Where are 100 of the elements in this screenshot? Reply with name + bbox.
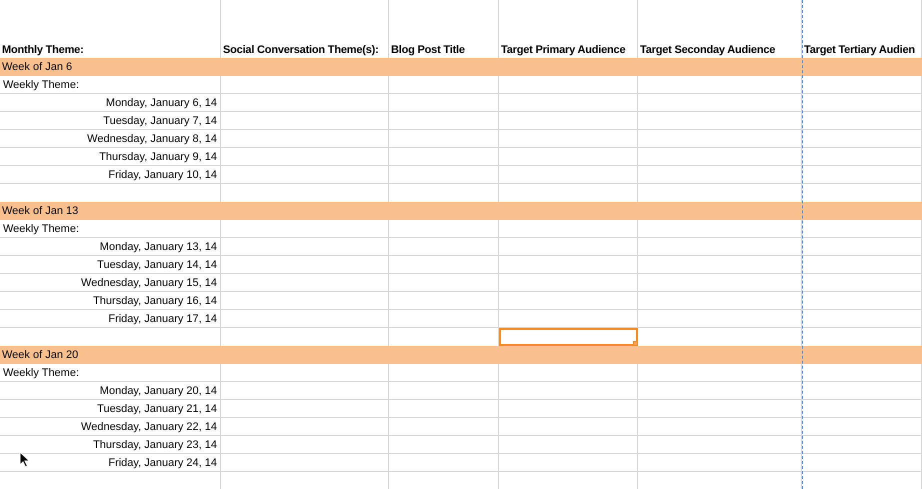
table-cell[interactable] <box>802 400 922 418</box>
table-cell[interactable] <box>802 382 922 400</box>
date-cell: Friday, January 17, 14 <box>108 312 217 324</box>
table-cell[interactable] <box>802 274 922 292</box>
table-cell[interactable] <box>638 292 802 310</box>
table-cell[interactable] <box>802 166 922 184</box>
table-cell[interactable] <box>389 454 499 472</box>
table-cell[interactable] <box>638 220 802 238</box>
table-cell[interactable] <box>389 256 499 274</box>
table-cell[interactable] <box>389 436 499 454</box>
table-cell[interactable] <box>499 76 638 94</box>
table-cell[interactable] <box>389 310 499 328</box>
table-cell[interactable] <box>499 130 638 148</box>
table-cell[interactable] <box>499 400 638 418</box>
table-cell[interactable] <box>802 238 922 256</box>
table-cell[interactable] <box>638 130 802 148</box>
table-cell[interactable] <box>638 274 802 292</box>
table-cell[interactable] <box>221 76 389 94</box>
table-cell[interactable] <box>638 364 802 382</box>
table-cell[interactable] <box>499 148 638 166</box>
table-cell[interactable] <box>221 364 389 382</box>
table-cell[interactable] <box>499 256 638 274</box>
table-cell[interactable] <box>638 382 802 400</box>
table-cell[interactable] <box>638 256 802 274</box>
table-cell[interactable] <box>499 112 638 130</box>
table-cell[interactable] <box>638 166 802 184</box>
table-cell[interactable] <box>802 220 922 238</box>
table-cell[interactable] <box>499 238 638 256</box>
table-cell[interactable] <box>389 418 499 436</box>
table-cell[interactable] <box>802 310 922 328</box>
table-cell[interactable] <box>499 310 638 328</box>
table-cell[interactable] <box>221 418 389 436</box>
table-cell[interactable] <box>389 382 499 400</box>
table-cell[interactable] <box>389 148 499 166</box>
table-cell[interactable] <box>802 454 922 472</box>
weekly-theme-label: Weekly Theme: <box>3 366 80 378</box>
table-cell[interactable] <box>389 292 499 310</box>
table-cell[interactable] <box>221 130 389 148</box>
table-cell[interactable] <box>499 418 638 436</box>
table-cell[interactable] <box>221 310 389 328</box>
date-cell: Thursday, January 9, 14 <box>99 150 217 162</box>
table-cell[interactable] <box>638 454 802 472</box>
table-cell[interactable] <box>389 364 499 382</box>
table-cell[interactable] <box>221 400 389 418</box>
table-cell[interactable] <box>221 436 389 454</box>
table-cell[interactable] <box>638 310 802 328</box>
date-cell: Wednesday, January 8, 14 <box>87 132 217 144</box>
table-cell[interactable] <box>802 94 922 112</box>
table-cell[interactable] <box>221 220 389 238</box>
table-cell[interactable] <box>389 112 499 130</box>
table-cell[interactable] <box>802 148 922 166</box>
table-cell[interactable] <box>389 166 499 184</box>
column-header: Social Conversation Theme(s): <box>223 44 379 56</box>
table-cell[interactable] <box>499 166 638 184</box>
table-cell[interactable] <box>638 148 802 166</box>
table-cell[interactable] <box>221 166 389 184</box>
column-header: Target Primary Audience <box>501 44 626 56</box>
table-cell[interactable] <box>499 292 638 310</box>
table-cell[interactable] <box>499 454 638 472</box>
table-cell[interactable] <box>221 94 389 112</box>
table-cell[interactable] <box>638 418 802 436</box>
table-cell[interactable] <box>499 274 638 292</box>
table-cell[interactable] <box>221 382 389 400</box>
table-cell[interactable] <box>499 382 638 400</box>
table-cell[interactable] <box>499 220 638 238</box>
table-cell[interactable] <box>802 364 922 382</box>
table-cell[interactable] <box>389 400 499 418</box>
table-cell[interactable] <box>389 94 499 112</box>
table-cell[interactable] <box>389 76 499 94</box>
table-cell[interactable] <box>221 274 389 292</box>
table-cell[interactable] <box>802 76 922 94</box>
table-cell[interactable] <box>638 436 802 454</box>
table-cell[interactable] <box>802 418 922 436</box>
table-cell[interactable] <box>499 364 638 382</box>
table-cell[interactable] <box>638 112 802 130</box>
column-header: Target Tertiary Audien <box>804 44 915 56</box>
table-cell[interactable] <box>802 436 922 454</box>
table-cell[interactable] <box>638 76 802 94</box>
table-cell[interactable] <box>389 274 499 292</box>
table-cell[interactable] <box>499 436 638 454</box>
weekly-theme-label: Weekly Theme: <box>3 222 80 234</box>
table-cell[interactable] <box>389 238 499 256</box>
table-cell[interactable] <box>638 94 802 112</box>
table-cell[interactable] <box>389 130 499 148</box>
table-cell[interactable] <box>389 220 499 238</box>
table-cell[interactable] <box>802 256 922 274</box>
table-cell[interactable] <box>638 238 802 256</box>
table-cell[interactable] <box>802 292 922 310</box>
table-cell[interactable] <box>638 400 802 418</box>
table-cell[interactable] <box>221 112 389 130</box>
table-cell[interactable] <box>221 292 389 310</box>
selected-cell[interactable] <box>499 328 638 346</box>
table-cell[interactable] <box>499 94 638 112</box>
table-cell[interactable] <box>802 130 922 148</box>
table-cell[interactable] <box>221 256 389 274</box>
date-cell: Monday, January 13, 14 <box>100 240 217 252</box>
table-cell[interactable] <box>802 112 922 130</box>
table-cell[interactable] <box>221 238 389 256</box>
table-cell[interactable] <box>221 454 389 472</box>
table-cell[interactable] <box>221 148 389 166</box>
